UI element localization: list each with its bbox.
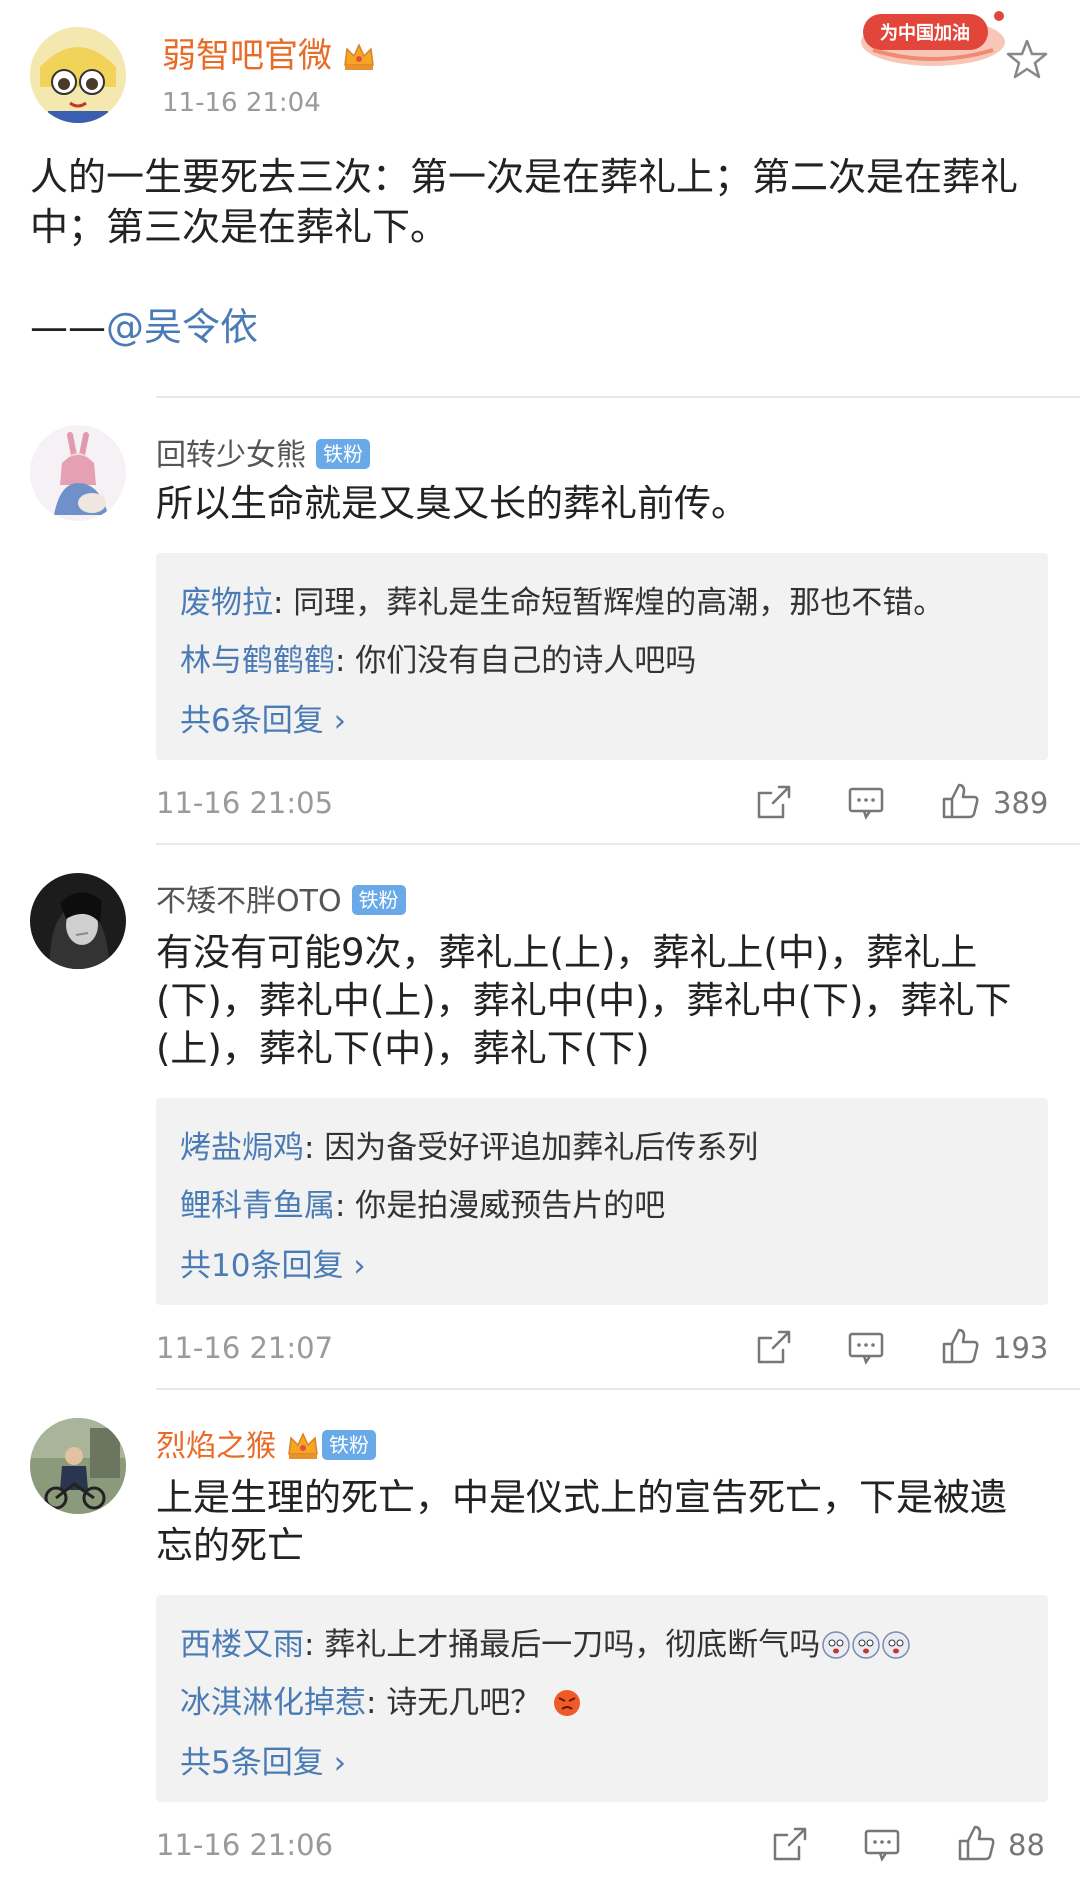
comment-icon[interactable] [846,1328,886,1368]
comment-text: 有没有可能9次，葬礼上(上)，葬礼上(中)，葬礼上 (下)，葬礼中(上)，葬礼中… [156,929,1036,1073]
comment-text: 所以生命就是又臭又长的葬礼前传。 [156,480,1036,528]
crown-icon [342,40,376,70]
comment-icon[interactable] [862,1825,902,1865]
comment-text-line: 有没有可能9次，葬礼上(上)，葬礼上(中)，葬礼上 [156,931,978,974]
reply-preview-box[interactable]: 烤盐焗鸡: 因为备受好评追加葬礼后传系列 鲤科青鱼属: 你是拍漫威预告片的吧 共… [156,1098,1048,1305]
comment-icon[interactable] [846,783,886,823]
reply-author[interactable]: 冰淇淋化掉惹 [180,1685,366,1721]
reply-text: : 因为备受好评追加葬礼后传系列 [304,1130,759,1166]
reply-text: : 同理，葬礼是生命短暂辉煌的高潮，那也不错。 [273,585,945,621]
reply-item[interactable]: 西楼又雨: 葬礼上才捅最后一刀吗，彻底断气吗 [180,1619,911,1664]
commenter-avatar[interactable] [30,425,126,521]
thumbs-up-icon[interactable] [956,1823,996,1863]
reply-item[interactable]: 鲤科青鱼属: 你是拍漫威预告片的吧 [180,1180,665,1225]
fan-badge: 铁粉 [316,439,370,469]
comment-text-line: 忘的死亡 [156,1524,304,1567]
commenter-name[interactable]: 回转少女熊 铁粉 [156,430,370,474]
reply-author[interactable]: 烤盐焗鸡 [180,1130,304,1166]
shocked-emoji-icon [822,1631,851,1659]
divider [156,396,1080,398]
banner-badge: 为中国加油 [853,6,1008,70]
post-author-name[interactable]: 弱智吧官微 [162,28,376,77]
reply-item[interactable]: 林与鹤鹤鹤: 你们没有自己的诗人吧吗 [180,635,696,680]
post-header: 弱智吧官微 11-16 21:04 为中国加油 [0,0,1080,130]
reply-text: : 葬礼上才捅最后一刀吗，彻底断气吗 [304,1627,821,1663]
post-text-line: 人的一生要死去三次：第一次是在葬礼上；第二次是在葬礼 [30,155,1019,199]
more-replies-link[interactable]: 共6条回复 › [180,695,346,740]
divider [156,843,1080,845]
reply-preview-box[interactable]: 西楼又雨: 葬礼上才捅最后一刀吗，彻底断气吗 冰淇淋化掉惹: 诗无几吧？ 共5条… [156,1595,1048,1802]
commenter-name[interactable]: 不矮不胖OTO 铁粉 [156,876,406,920]
post-body: 人的一生要死去三次：第一次是在葬礼上；第二次是在葬礼 中；第三次是在葬礼下。 [30,152,1040,252]
comment-text: 上是生理的死亡，中是仪式上的宣告死亡，下是被遗 忘的死亡 [156,1474,1036,1570]
reply-author[interactable]: 废物拉 [180,585,273,621]
commenter-avatar[interactable] [30,873,126,969]
attribution-dash: —— [30,305,106,349]
more-replies-link[interactable]: 共5条回复 › [180,1737,346,1782]
share-icon[interactable] [769,1825,809,1865]
commenter-name[interactable]: 烈焰之猴 铁粉 [156,1421,376,1465]
reply-text: : 你们没有自己的诗人吧吗 [335,643,697,679]
shocked-emoji-icon [852,1631,881,1659]
svg-text:为中国加油: 为中国加油 [880,22,970,44]
author-avatar[interactable] [30,27,126,123]
reply-item[interactable]: 冰淇淋化掉惹: 诗无几吧？ [180,1677,581,1722]
share-icon[interactable] [753,1328,793,1368]
reply-text: : 你是拍漫威预告片的吧 [335,1188,666,1224]
comment-time: 11-16 21:06 [156,1828,334,1862]
reply-item[interactable]: 废物拉: 同理，葬礼是生命短暂辉煌的高潮，那也不错。 [180,577,944,622]
comment-time: 11-16 21:07 [156,1331,334,1365]
comment-text-line: (下)，葬礼中(上)，葬礼中(中)，葬礼中(下)，葬礼下 [156,979,1012,1022]
fan-badge: 铁粉 [351,885,406,915]
fan-badge: 铁粉 [322,1430,376,1460]
more-replies-link[interactable]: 共10条回复 › [180,1240,366,1285]
comment-text-line: 所以生命就是又臭又长的葬礼前传。 [156,482,748,525]
reply-author[interactable]: 西楼又雨 [180,1627,304,1663]
post-time: 11-16 21:04 [162,88,321,118]
like-count: 88 [1008,1828,1045,1862]
mention-link[interactable]: @吴令依 [106,305,258,349]
reply-author[interactable]: 鲤科青鱼属 [180,1188,335,1224]
divider [156,1388,1080,1390]
reply-author[interactable]: 林与鹤鹤鹤 [180,643,335,679]
comment-time: 11-16 21:05 [156,786,334,820]
angry-emoji-icon [553,1689,581,1717]
share-icon[interactable] [753,783,793,823]
crown-icon [286,1430,320,1460]
comment-text-line: (上)，葬礼下(中)，葬礼下(下) [156,1027,650,1070]
like-count: 389 [993,786,1049,820]
post-attribution: ——@吴令依 [30,302,258,352]
post-text-line: 中；第三次是在葬礼下。 [30,205,449,249]
reply-text: : 诗无几吧？ [366,1685,542,1721]
star-icon[interactable] [1006,38,1048,80]
comment-text-line: 上是生理的死亡，中是仪式上的宣告死亡，下是被遗 [156,1476,1007,1519]
reply-preview-box[interactable]: 废物拉: 同理，葬礼是生命短暂辉煌的高潮，那也不错。 林与鹤鹤鹤: 你们没有自己… [156,553,1048,760]
reply-item[interactable]: 烤盐焗鸡: 因为备受好评追加葬礼后传系列 [180,1122,758,1167]
commenter-avatar[interactable] [30,1418,126,1514]
like-count: 193 [993,1331,1049,1365]
thumbs-up-icon[interactable] [940,781,980,821]
shocked-emoji-icon [882,1631,911,1659]
thumbs-up-icon[interactable] [940,1326,980,1366]
